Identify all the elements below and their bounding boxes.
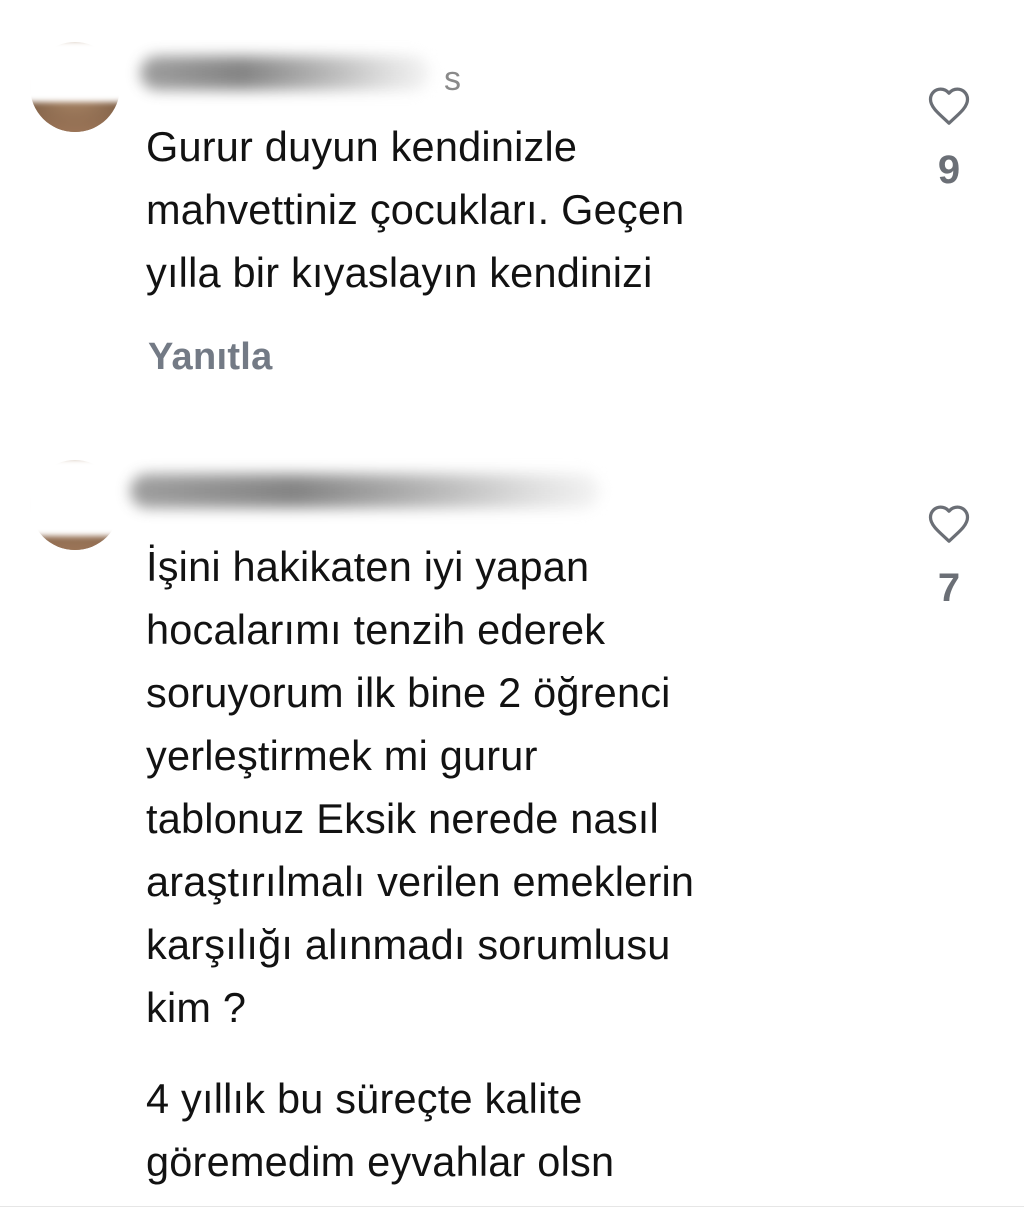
- divider: [0, 1206, 1024, 1207]
- comment-body: İşini hakikaten iyi yapan hocalarımı ten…: [146, 543, 695, 1031]
- like-count: 9: [937, 148, 961, 192]
- comment-text-continuation: 4 yıllık bu süreçte kalite göremedim eyv…: [146, 1067, 614, 1193]
- comment-text: Gurur duyun kendinizle mahvettiniz çocuk…: [146, 115, 684, 304]
- comment-body-part-2: 4 yıllık bu süreçte kalite göremedim eyv…: [146, 1075, 615, 1185]
- heart-outline-icon[interactable]: [926, 502, 972, 544]
- comment-body: Gurur duyun kendinizle mahvettiniz çocuk…: [146, 123, 685, 296]
- username-blurred[interactable]: [140, 56, 430, 90]
- username-trailing-char: s: [444, 60, 461, 98]
- comment-text: İşini hakikaten iyi yapan hocalarımı ten…: [146, 535, 694, 1039]
- reply-button[interactable]: Yanıtla: [148, 336, 273, 379]
- comment-item: s Gurur duyun kendinizle mahvettiniz çoc…: [0, 0, 1024, 400]
- comment-item: İşini hakikaten iyi yapan hocalarımı ten…: [0, 400, 1024, 1206]
- like-column: 7: [918, 502, 980, 611]
- heart-outline-icon[interactable]: [926, 84, 972, 126]
- username-redaction-mask: [24, 40, 134, 102]
- like-count: 7: [937, 566, 961, 610]
- like-column: 9: [918, 84, 980, 193]
- username-blurred[interactable]: [130, 474, 600, 508]
